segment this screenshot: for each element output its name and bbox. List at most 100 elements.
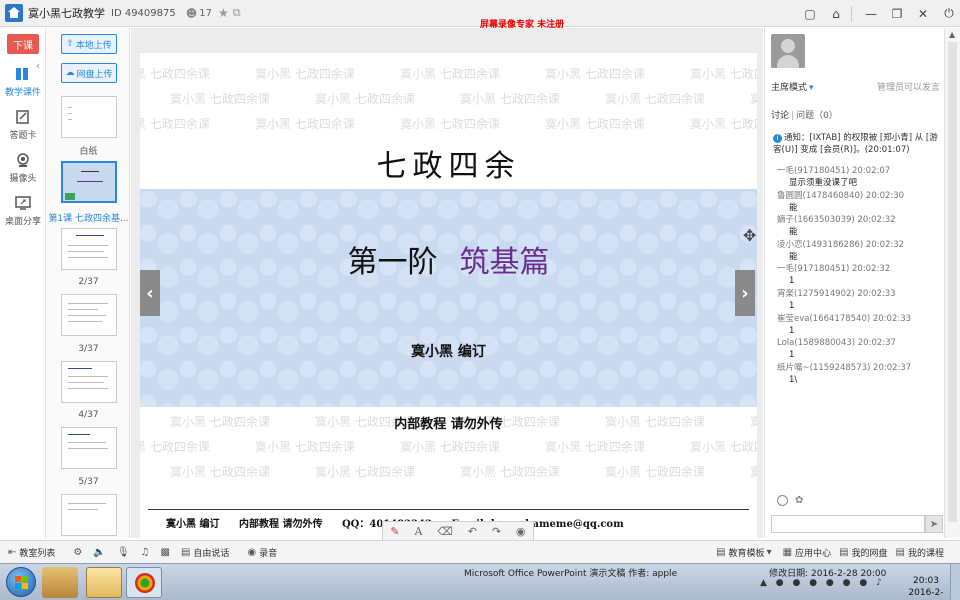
thumb-line — [68, 245, 108, 246]
speaker-button[interactable]: 🔈 — [93, 547, 108, 558]
my-disk-button[interactable]: ▤ 我的网盘 — [839, 546, 887, 559]
message: Lola(1589880043) 20:02:37 1 — [777, 337, 941, 362]
thumb-line — [68, 257, 108, 258]
tab-questions[interactable]: 问题（0） — [796, 111, 838, 121]
thumbnail-page[interactable] — [61, 294, 117, 336]
prev-slide-button[interactable]: ‹ — [140, 270, 160, 316]
next-slide-button[interactable]: › — [735, 270, 755, 316]
nav-desktop-share[interactable]: 桌面分享 — [0, 195, 46, 227]
power-icon[interactable]: ⏻ — [938, 3, 960, 25]
watermark-text: 寞小黑 七政四余课 — [545, 440, 645, 454]
eraser-icon[interactable]: ⌫ — [437, 525, 453, 538]
app-center-button[interactable]: ▦ 应用中心 — [783, 546, 831, 559]
thumb-line — [68, 448, 108, 449]
redo-icon[interactable]: ↷ — [492, 525, 501, 538]
classroom-list-label: 教室列表 — [19, 548, 56, 559]
message-body: 1 — [789, 325, 795, 336]
thumb-line — [68, 251, 104, 252]
nav-camera[interactable]: 摄像头 — [0, 152, 46, 184]
classroom-list-button[interactable]: ⇤ 教室列表 — [8, 546, 55, 559]
thumb-label: 第1课 七政四余基... — [48, 214, 129, 224]
chevron-right-icon: › — [741, 282, 749, 304]
thumbnail-page[interactable] — [61, 427, 117, 469]
local-upload-label: 本地上传 — [75, 40, 112, 51]
thumb-line — [68, 113, 72, 114]
end-class-button[interactable]: 下课 — [7, 34, 39, 54]
show-desktop-button[interactable] — [950, 564, 960, 600]
taskbar-app-qq[interactable] — [42, 567, 78, 598]
close-icon[interactable]: ✕ — [912, 3, 934, 25]
minimize-icon[interactable]: — — [860, 3, 882, 25]
message: 纸片嘴~(1159248573) 20:02:37 1\ — [777, 362, 941, 387]
thumbnail-whiteboard[interactable] — [61, 96, 117, 138]
slide-canvas[interactable]: 寞小黑 七政四余课寞小黑 七政四余课寞小黑 七政四余课寞小黑 七政四余课寞小黑 … — [140, 53, 757, 543]
system-tray[interactable]: ▲ ● ● ● ● ● ● ♪ — [760, 578, 885, 588]
watermark-text: 寞小黑 七政四余课 — [140, 67, 210, 81]
emoji-icon[interactable] — [777, 495, 788, 506]
title-bar: 寞小黑七政教学 ID 49409875 ☻ 17 ★ ⧉ 屏幕录像专家 未注册 … — [0, 0, 960, 30]
teaching-template-button[interactable]: ▤ 教育模板 ▾ — [716, 546, 775, 559]
settings-icon[interactable]: ⌂ — [825, 3, 847, 25]
send-button[interactable]: ➤ — [925, 515, 943, 533]
message-meta: 崔莹eva(1664178540) 20:02:33 — [777, 313, 912, 324]
watermark-text: 寞小黑 七政四余课 — [690, 117, 757, 131]
mode-selector[interactable]: 主席模式 ▾ — [771, 80, 814, 93]
thumbnail-page[interactable] — [61, 228, 117, 270]
nav-courseware[interactable]: 教学课件 — [0, 66, 46, 98]
video-button[interactable]: ▩ — [161, 547, 173, 558]
speaker-icon: 🔈 — [93, 546, 106, 558]
watermark-text: 寞小黑 七政四余课 — [315, 465, 415, 479]
move-cursor-icon: ✥ — [743, 226, 757, 245]
thumb-label: 2/37 — [78, 277, 99, 287]
flower-icon[interactable]: ✿ — [795, 495, 803, 506]
thumb-line — [68, 107, 72, 108]
taskbar-app-explorer[interactable] — [86, 567, 122, 598]
scrollbar-thumb[interactable] — [948, 42, 957, 522]
share-icon[interactable]: ⧉ — [233, 6, 241, 20]
text-icon[interactable]: A — [415, 525, 423, 538]
watermark-text: 寞小黑 七政四余课 — [750, 465, 757, 479]
start-button[interactable] — [6, 567, 36, 597]
thumbnail-page[interactable] — [61, 494, 117, 536]
pen-icon[interactable]: ✎ — [390, 525, 399, 538]
record-button[interactable]: ◉ 录音 — [247, 546, 277, 559]
skin-icon[interactable]: ▢ — [799, 3, 821, 25]
music-button[interactable]: ♫ — [141, 547, 153, 558]
undo-icon[interactable]: ↶ — [468, 525, 477, 538]
restore-icon[interactable]: ❐ — [886, 3, 908, 25]
nav-answer-card[interactable]: 答题卡 — [0, 109, 46, 141]
avatar[interactable] — [771, 34, 805, 68]
watermark-text: 寞小黑 七政四余课 — [690, 440, 757, 454]
lock-icon[interactable]: ◉ — [516, 525, 526, 538]
tab-discuss[interactable]: 讨论 — [771, 111, 789, 121]
scroll-up-icon[interactable]: ▲ — [949, 30, 955, 39]
chat-input[interactable] — [771, 515, 925, 533]
thumbnail-page[interactable] — [61, 361, 117, 403]
subtitle-accent: 筑基篇 — [459, 245, 550, 280]
thumb-line — [68, 503, 106, 504]
footer-divider — [148, 509, 749, 510]
free-talk-button[interactable]: ▤ 自由说话 — [181, 546, 229, 559]
message-meta: Lola(1589880043) 20:02:37 — [777, 338, 896, 349]
people-icon: ☻ — [185, 6, 198, 20]
chat-tabs: 讨论 | 问题（0） — [771, 108, 838, 121]
divider — [851, 5, 852, 22]
system-clock[interactable]: 20:03 2016-2-28 — [906, 575, 946, 600]
mic-button[interactable]: 🎙 — [117, 547, 133, 558]
taskbar-app-recorder[interactable] — [126, 567, 162, 598]
home-icon[interactable] — [5, 4, 23, 22]
star-icon[interactable]: ★ — [218, 6, 229, 20]
thumbnail-lesson1[interactable] — [61, 161, 117, 203]
message-body: 1 — [789, 350, 795, 361]
left-nav: 下课 ‹ 教学课件 答题卡 摄像头 桌面分享 — [0, 28, 46, 538]
settings-button[interactable]: ⚙ — [73, 547, 85, 558]
local-upload-button[interactable]: ⇧ 本地上传 — [61, 34, 117, 54]
book-icon: ▤ — [895, 547, 905, 558]
app-grid-icon: ▦ — [782, 547, 793, 558]
right-scrollbar[interactable]: ▲ — [944, 28, 960, 538]
chat-panel: 主席模式 ▾ 管理员可以发言 讨论 | 问题（0） i 通知：[IXTAB] 的权限被 … — [764, 28, 944, 538]
watermark-text: 寞小黑 七政四余课 — [315, 92, 415, 106]
thumb-line — [68, 315, 106, 316]
cloud-upload-button[interactable]: ☁ 网盘上传 — [61, 63, 117, 83]
my-courses-button[interactable]: ▤ 我的课程 — [896, 546, 944, 559]
